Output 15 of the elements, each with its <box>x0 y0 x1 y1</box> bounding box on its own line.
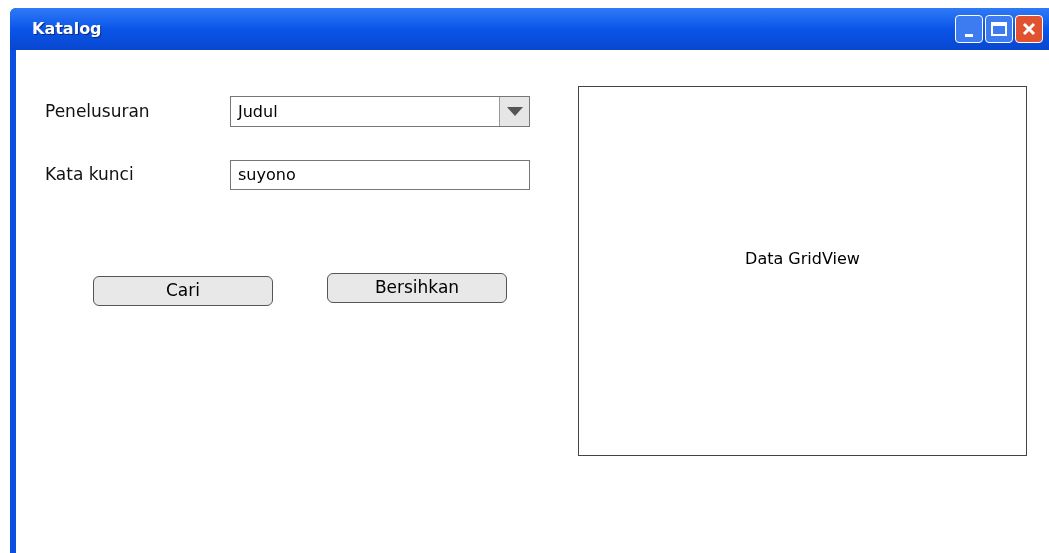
field-label: Kata kunci <box>45 163 135 187</box>
dropdown-arrow-icon <box>506 107 523 116</box>
maximize-icon <box>991 22 1007 36</box>
grid-placeholder-text: Data GridView <box>745 248 860 270</box>
close-button[interactable] <box>1015 15 1043 43</box>
search-button[interactable]: Cari <box>93 276 273 306</box>
minimize-button[interactable] <box>955 15 983 43</box>
field-label: Penelusuran <box>45 99 151 123</box>
window-title: Katalog <box>32 18 102 40</box>
maximize-button[interactable] <box>985 15 1013 43</box>
search-type-dropdown[interactable]: Judul <box>230 96 530 127</box>
keyword-input-field[interactable]: suyono <box>230 160 530 190</box>
minimize-icon <box>965 34 973 37</box>
clear-button[interactable]: Bersihkan <box>327 273 507 303</box>
close-icon <box>1022 22 1036 36</box>
